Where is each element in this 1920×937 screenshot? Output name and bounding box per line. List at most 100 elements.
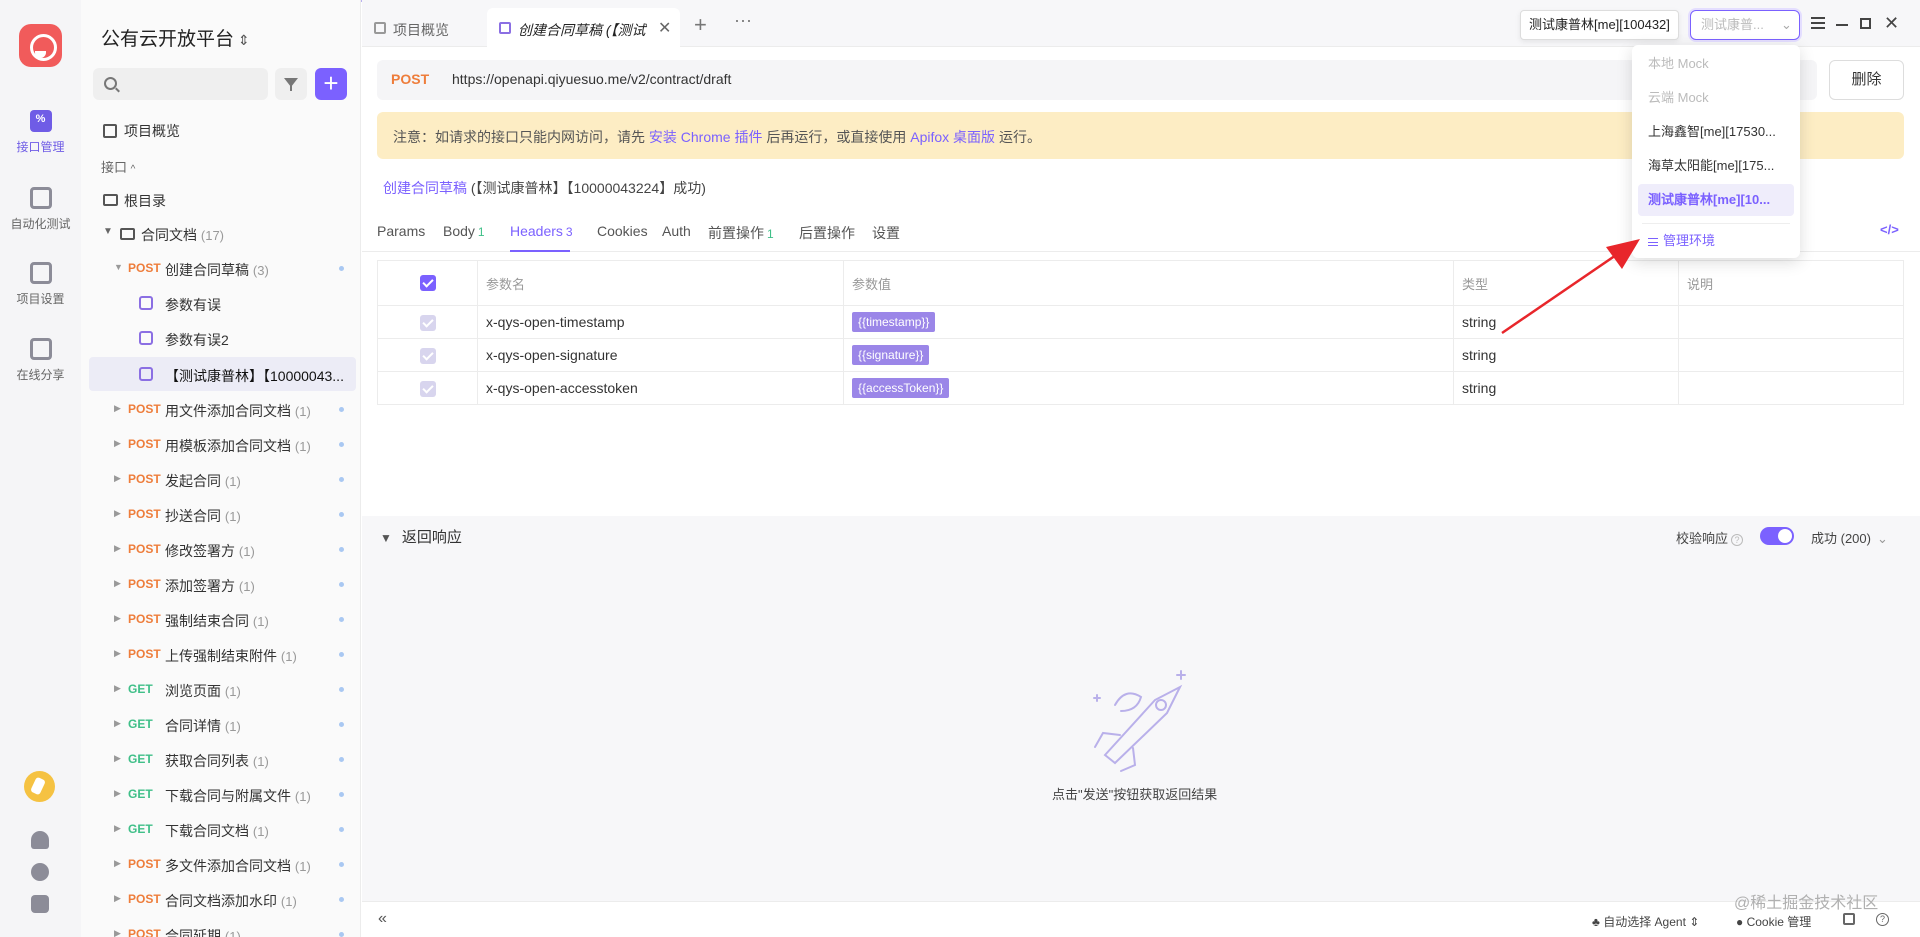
rail-item-online-share[interactable]: 在线分享 — [0, 338, 81, 383]
tree-item-endpoint[interactable]: ▶ GET 浏览页面 (1) — [81, 672, 360, 706]
more-icon[interactable]: ··· — [734, 10, 752, 31]
param-value: {{timestamp}} — [852, 312, 936, 332]
tree-item-endpoint[interactable]: ▶ POST 合同文档添加水印 (1) — [81, 882, 360, 916]
tree-item-endpoint[interactable]: ▶ POST 强制结束合同 (1) — [81, 602, 360, 636]
param-type[interactable]: string — [1453, 371, 1679, 405]
status-dot — [339, 407, 344, 412]
param-desc[interactable] — [1678, 338, 1904, 372]
tree-item-endpoint[interactable]: ▶ POST 发起合同 (1) — [81, 462, 360, 496]
tab-project-overview[interactable]: 项目概览 — [362, 8, 487, 47]
add-button[interactable]: + — [315, 68, 347, 100]
tree-item-endpoint[interactable]: ▶ GET 下载合同文档 (1) — [81, 812, 360, 846]
tree-item-endpoint[interactable]: ▶ POST 修改签署方 (1) — [81, 532, 360, 566]
caret-right-icon: ▶ — [114, 753, 121, 763]
rocket-illustration-icon — [1093, 670, 1186, 772]
tree-item-endpoint[interactable]: ▶ GET 下载合同与附属文件 (1) — [81, 777, 360, 811]
row-checkbox[interactable] — [419, 314, 436, 331]
tree-item-endpoint[interactable]: ▶ POST 多文件添加合同文档 (1) — [81, 847, 360, 881]
request-method[interactable]: POST — [391, 71, 429, 87]
tree-item-endpoint[interactable]: ▶ GET 获取合同列表 (1) — [81, 742, 360, 776]
tab-post-actions[interactable]: 后置操作 — [799, 223, 855, 243]
param-type[interactable]: string — [1453, 338, 1679, 372]
collapse-sidebar-icon[interactable]: « — [378, 910, 387, 928]
delete-button[interactable]: 删除 — [1829, 60, 1904, 100]
tree-item-endpoint[interactable]: ▶ POST 合同延期 (1) — [81, 917, 360, 937]
select-all-checkbox[interactable] — [419, 275, 436, 292]
rail-item-project-settings[interactable]: 项目设置 — [0, 262, 81, 307]
theme-icon[interactable] — [1843, 913, 1855, 925]
tab-headers[interactable]: Headers 3 — [510, 223, 573, 239]
tree-item-endpoint[interactable]: ▶ POST 用文件添加合同文档 (1) — [81, 392, 360, 426]
project-switcher[interactable]: 公有云开放平台 ⇕ — [101, 24, 250, 51]
sidebar-item-root-dir[interactable]: 根目录 — [81, 182, 360, 216]
sidebar-section-interfaces[interactable]: 接口 ^ — [81, 148, 360, 182]
tab-create-draft[interactable]: 创建合同草稿 (【测试 ✕ — [487, 8, 680, 47]
tree-item-endpoint[interactable]: ▶ POST 用模板添加合同文档 (1) — [81, 427, 360, 461]
bell-icon[interactable] — [31, 831, 49, 849]
menu-icon[interactable] — [1811, 17, 1825, 29]
tree-item-endpoint[interactable]: ▶ POST 上传强制结束附件 (1) — [81, 637, 360, 671]
gear-icon[interactable] — [31, 863, 49, 881]
env-option-local-mock[interactable]: 本地 Mock — [1638, 48, 1794, 80]
tree-item-endpoint[interactable]: ▶ GET 合同详情 (1) — [81, 707, 360, 741]
close-icon[interactable]: ✕ — [658, 18, 671, 38]
verify-response-toggle[interactable] — [1760, 527, 1794, 545]
code-icon[interactable]: </> — [1880, 222, 1899, 237]
tree-item-case-selected[interactable]: 【测试康普林】【10000043... — [89, 357, 356, 391]
url-bar[interactable]: POST https://openapi.qiyuesuo.me/v2/cont… — [377, 60, 1817, 100]
response-status-select[interactable]: 成功 (200) ⌄ — [1811, 528, 1888, 547]
environment-select[interactable]: 测试康普... ⌄ — [1690, 10, 1800, 40]
chevron-down-icon: ⌄ — [1781, 17, 1792, 32]
row-checkbox[interactable] — [419, 380, 436, 397]
rail-item-api-management[interactable]: 接口管理 — [0, 110, 81, 155]
tree-item-endpoint[interactable]: ▶ POST 添加签署方 (1) — [81, 567, 360, 601]
window-close-icon[interactable]: ✕ — [1884, 13, 1899, 34]
tab-pre-actions[interactable]: 前置操作 1 — [708, 223, 774, 243]
sidebar-item-overview[interactable]: 项目概览 — [81, 112, 360, 146]
sidebar-folder-contract-docs[interactable]: ▼ 合同文档 (17) — [81, 216, 360, 250]
tree-item-case[interactable]: 参数有误2 — [81, 321, 360, 355]
minimize-icon[interactable] — [1836, 24, 1848, 26]
tab-cookies[interactable]: Cookies — [597, 223, 648, 239]
status-dot — [339, 512, 344, 517]
agent-select[interactable]: ♣ 自动选择 Agent ⇕ — [1592, 913, 1699, 930]
param-name[interactable]: x-qys-open-timestamp — [477, 305, 844, 339]
user-avatar[interactable] — [24, 771, 55, 802]
status-dot — [339, 442, 344, 447]
apifox-desktop-link[interactable]: Apifox 桌面版 — [910, 129, 995, 145]
tab-body[interactable]: Body 1 — [443, 223, 485, 239]
env-option[interactable]: 上海鑫智[me][17530... — [1638, 116, 1794, 148]
search-icon — [104, 77, 117, 90]
env-option-cloud-mock[interactable]: 云端 Mock — [1638, 82, 1794, 114]
env-option-selected[interactable]: 测试康普林[me][10... — [1638, 184, 1794, 216]
env-option[interactable]: 海草太阳能[me][175... — [1638, 150, 1794, 182]
tree-item-endpoint[interactable]: ▼ POST 创建合同草稿 (3) — [81, 251, 360, 285]
tree-item-endpoint[interactable]: ▶ POST 抄送合同 (1) — [81, 497, 360, 531]
download-icon[interactable] — [31, 895, 49, 913]
install-chrome-plugin-link[interactable]: 安装 Chrome 插件 — [649, 129, 763, 145]
param-desc[interactable] — [1678, 305, 1904, 339]
param-desc[interactable] — [1678, 371, 1904, 405]
method-badge: GET — [128, 682, 153, 696]
response-title: 返回响应 — [401, 529, 462, 546]
case-parent-link[interactable]: 创建合同草稿 — [383, 180, 467, 196]
help-icon[interactable]: ? — [1876, 913, 1889, 926]
tree-item-case[interactable]: 参数有误 — [81, 286, 360, 320]
filter-button[interactable] — [275, 68, 307, 100]
row-checkbox[interactable] — [419, 347, 436, 364]
request-url[interactable]: https://openapi.qiyuesuo.me/v2/contract/… — [452, 71, 731, 87]
param-name[interactable]: x-qys-open-signature — [477, 338, 844, 372]
manage-environments-button[interactable]: 管理环境 — [1648, 230, 1715, 249]
response-toggle[interactable]: ▼ 返回响应 — [380, 526, 462, 547]
rail-item-auto-test[interactable]: 自动化测试 — [0, 187, 81, 232]
search-input[interactable] — [125, 68, 265, 100]
add-tab-icon[interactable]: + — [694, 12, 707, 38]
tab-params[interactable]: Params — [377, 223, 425, 239]
tab-settings[interactable]: 设置 — [872, 223, 900, 243]
param-name[interactable]: x-qys-open-accesstoken — [477, 371, 844, 405]
maximize-icon[interactable] — [1860, 18, 1871, 29]
select-all-cell[interactable] — [377, 260, 478, 306]
help-icon[interactable]: ? — [1731, 534, 1744, 546]
tab-auth[interactable]: Auth — [662, 223, 691, 239]
cookie-manager-button[interactable]: ● Cookie 管理 — [1736, 913, 1811, 930]
